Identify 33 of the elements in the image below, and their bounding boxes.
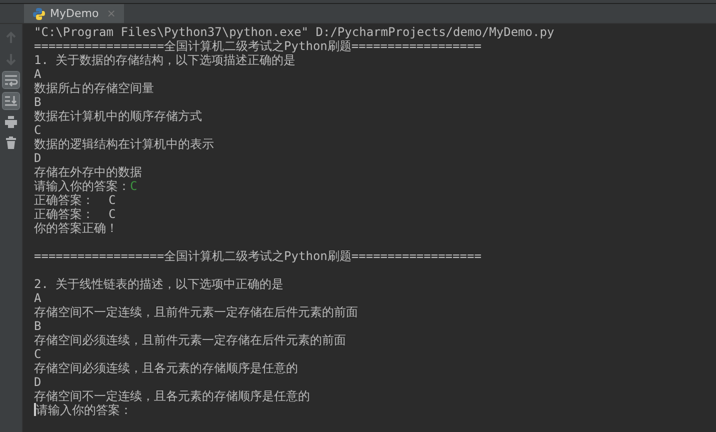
console-line: 请输入你的答案： bbox=[34, 179, 130, 193]
console-line: A bbox=[34, 67, 42, 81]
console-line: 数据在计算机中的顺序存储方式 bbox=[34, 109, 202, 123]
console-line: 你的答案正确！ bbox=[34, 221, 118, 235]
console-line: "C:\Program Files\Python37\python.exe" D:/PycharmProjects/demo/MyDemo.py bbox=[34, 25, 554, 39]
console-line: C bbox=[34, 347, 42, 361]
print-icon[interactable] bbox=[3, 114, 19, 130]
console-tab[interactable]: MyDemo × bbox=[24, 4, 124, 23]
console-line: 请输入你的答案： bbox=[36, 403, 132, 417]
console-line: 存储空间必须连续，且前件元素一定存储在后件元素的前面 bbox=[34, 333, 346, 347]
console-line: 数据的逻辑结构在计算机中的表示 bbox=[34, 137, 214, 151]
console-line: D bbox=[34, 375, 42, 389]
console-line: ==================全国计算机二级考试之Python刷题================== bbox=[34, 249, 482, 263]
console-line: 存储空间不一定连续，且前件元素一定存储在后件元素的前面 bbox=[34, 305, 358, 319]
console-line: ==================全国计算机二级考试之Python刷题================== bbox=[34, 39, 482, 53]
python-logo-icon bbox=[32, 6, 46, 20]
console-line: 存储空间必须连续，且各元素的存储顺序是任意的 bbox=[34, 361, 298, 375]
trash-icon[interactable] bbox=[3, 135, 19, 151]
scroll-to-end-icon[interactable] bbox=[3, 93, 19, 109]
console-line: 2. 关于线性链表的描述，以下选项中正确的是 bbox=[34, 277, 284, 291]
console-line: 存储空间不一定连续，且各元素的存储顺序是任意的 bbox=[34, 389, 310, 403]
console-line: 正确答案： C bbox=[34, 193, 116, 207]
console-line: 正确答案： C bbox=[34, 207, 116, 221]
console-line: 存储在外存中的数据 bbox=[34, 165, 142, 179]
console-line: C bbox=[34, 123, 42, 137]
typed-answer-text: C bbox=[130, 179, 138, 193]
console-line: A bbox=[34, 291, 42, 305]
console-line: 数据所占的存储空间量 bbox=[34, 81, 154, 95]
console-line: B bbox=[34, 319, 42, 333]
console-line: D bbox=[34, 151, 42, 165]
soft-wrap-icon[interactable] bbox=[3, 72, 19, 88]
console-line: B bbox=[34, 95, 42, 109]
console-line: 1. 关于数据的存储结构，以下选项描述正确的是 bbox=[34, 53, 296, 67]
